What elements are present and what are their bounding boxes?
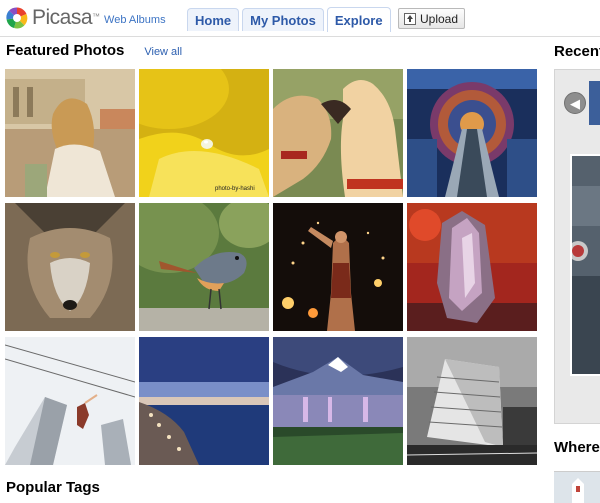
photo-credit: photo-by-hashi xyxy=(215,186,255,192)
featured-photo[interactable] xyxy=(5,203,135,331)
logo-subtitle: Web Albums xyxy=(104,13,166,26)
logo-text: Picasa xyxy=(32,6,93,29)
logo-trademark: ™ xyxy=(92,11,101,21)
upload-icon xyxy=(404,12,416,25)
featured-photo[interactable] xyxy=(273,203,403,331)
recent-title: Recent xyxy=(554,43,600,60)
upload-button[interactable]: Upload xyxy=(398,8,466,29)
where-thumbnail[interactable] xyxy=(554,471,600,503)
popular-tags-title: Popular Tags xyxy=(6,479,100,496)
top-bar: Picasa ™ Web Albums Home My Photos Explor… xyxy=(0,0,600,37)
recent-thumbnail[interactable] xyxy=(589,81,600,125)
recent-preview-image[interactable] xyxy=(570,154,600,376)
featured-photo[interactable]: photo-by-hashi xyxy=(139,69,269,197)
featured-photo[interactable] xyxy=(5,69,135,197)
featured-photo[interactable] xyxy=(407,203,537,331)
featured-photo[interactable] xyxy=(139,337,269,465)
view-all-link[interactable]: View all xyxy=(144,46,182,58)
picasa-pinwheel-icon xyxy=(6,7,28,29)
featured-title: Featured Photos xyxy=(6,42,125,59)
featured-photo[interactable] xyxy=(5,337,135,465)
tab-explore[interactable]: Explore xyxy=(326,7,391,32)
right-sidebar: Recent ◀ Where xyxy=(542,37,600,503)
left-arrow-icon[interactable]: ◀ xyxy=(564,92,586,114)
featured-photo[interactable] xyxy=(273,337,403,465)
where-title: Where xyxy=(554,439,600,456)
featured-header: Featured Photos View all xyxy=(6,42,182,59)
picasa-logo[interactable]: Picasa ™ Web Albums xyxy=(6,5,166,31)
featured-photo[interactable] xyxy=(407,337,537,465)
tab-my-photos[interactable]: My Photos xyxy=(242,8,324,31)
main-tabs: Home My Photos Explore xyxy=(187,7,394,32)
featured-photo[interactable] xyxy=(139,203,269,331)
featured-photo-grid: photo-by-hashi xyxy=(5,69,537,465)
featured-photo[interactable] xyxy=(273,69,403,197)
upload-label: Upload xyxy=(420,11,459,26)
tab-home[interactable]: Home xyxy=(187,8,240,31)
featured-photo[interactable] xyxy=(407,69,537,197)
